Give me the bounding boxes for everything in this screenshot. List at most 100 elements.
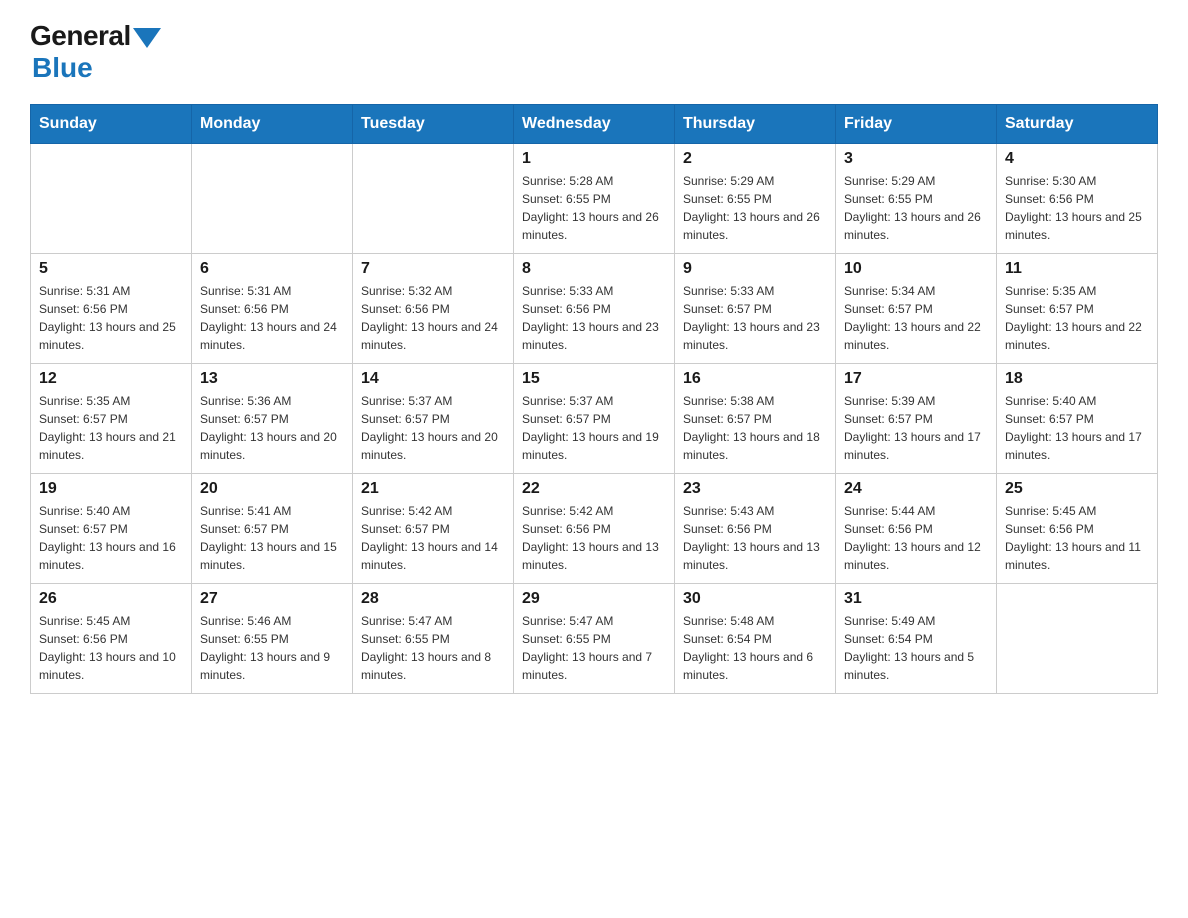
day-info: Sunrise: 5:38 AM Sunset: 6:57 PM Dayligh… (683, 392, 827, 464)
day-number: 16 (683, 370, 827, 388)
calendar-week-row: 19 Sunrise: 5:40 AM Sunset: 6:57 PM Dayli… (31, 474, 1158, 584)
day-info: Sunrise: 5:31 AM Sunset: 6:56 PM Dayligh… (39, 282, 183, 354)
day-info: Sunrise: 5:36 AM Sunset: 6:57 PM Dayligh… (200, 392, 344, 464)
calendar-cell: 27Sunrise: 5:46 AM Sunset: 6:55 PM Dayli… (192, 584, 353, 694)
day-info: Sunrise: 5:47 AM Sunset: 6:55 PM Dayligh… (522, 612, 666, 684)
day-info: Sunrise: 5:43 AM Sunset: 6:56 PM Dayligh… (683, 502, 827, 574)
day-info: Sunrise: 5:46 AM Sunset: 6:55 PM Dayligh… (200, 612, 344, 684)
logo-general-text: General (30, 20, 131, 52)
day-info: Sunrise: 5:41 AM Sunset: 6:57 PM Dayligh… (200, 502, 344, 574)
day-number: 19 (39, 480, 183, 498)
day-number: 23 (683, 480, 827, 498)
day-number: 24 (844, 480, 988, 498)
day-info: Sunrise: 5:33 AM Sunset: 6:56 PM Dayligh… (522, 282, 666, 354)
day-info: Sunrise: 5:34 AM Sunset: 6:57 PM Dayligh… (844, 282, 988, 354)
calendar-table: SundayMondayTuesdayWednesdayThursdayFrid… (30, 104, 1158, 694)
calendar-cell: 24 Sunrise: 5:44 AM Sunset: 6:56 PM Dayli… (836, 474, 997, 584)
calendar-cell: 23 Sunrise: 5:43 AM Sunset: 6:56 PM Dayli… (675, 474, 836, 584)
day-info: Sunrise: 5:40 AM Sunset: 6:57 PM Dayligh… (39, 502, 183, 574)
day-number: 17 (844, 370, 988, 388)
calendar-cell: 7 Sunrise: 5:32 AM Sunset: 6:56 PM Daylig… (353, 254, 514, 364)
day-info: Sunrise: 5:32 AM Sunset: 6:56 PM Dayligh… (361, 282, 505, 354)
calendar-week-row: 5 Sunrise: 5:31 AM Sunset: 6:56 PM Daylig… (31, 254, 1158, 364)
day-number: 9 (683, 260, 827, 278)
calendar-cell: 2 Sunrise: 5:29 AM Sunset: 6:55 PM Daylig… (675, 144, 836, 254)
day-number: 2 (683, 150, 827, 168)
day-info: Sunrise: 5:37 AM Sunset: 6:57 PM Dayligh… (361, 392, 505, 464)
day-info: Sunrise: 5:37 AM Sunset: 6:57 PM Dayligh… (522, 392, 666, 464)
day-number: 1 (522, 150, 666, 168)
day-number: 31 (844, 590, 988, 608)
calendar-cell: 5 Sunrise: 5:31 AM Sunset: 6:56 PM Daylig… (31, 254, 192, 364)
day-info: Sunrise: 5:45 AM Sunset: 6:56 PM Dayligh… (1005, 502, 1149, 574)
calendar-cell: 9 Sunrise: 5:33 AM Sunset: 6:57 PM Daylig… (675, 254, 836, 364)
weekday-header-sunday: Sunday (31, 105, 192, 144)
day-number: 28 (361, 590, 505, 608)
calendar-cell: 25Sunrise: 5:45 AM Sunset: 6:56 PM Dayli… (997, 474, 1158, 584)
day-info: Sunrise: 5:47 AM Sunset: 6:55 PM Dayligh… (361, 612, 505, 684)
calendar-cell: 22 Sunrise: 5:42 AM Sunset: 6:56 PM Dayli… (514, 474, 675, 584)
day-info: Sunrise: 5:48 AM Sunset: 6:54 PM Dayligh… (683, 612, 827, 684)
weekday-header-thursday: Thursday (675, 105, 836, 144)
day-number: 6 (200, 260, 344, 278)
day-info: Sunrise: 5:31 AM Sunset: 6:56 PM Dayligh… (200, 282, 344, 354)
calendar-week-row: 12Sunrise: 5:35 AM Sunset: 6:57 PM Dayli… (31, 364, 1158, 474)
day-number: 14 (361, 370, 505, 388)
calendar-cell: 20 Sunrise: 5:41 AM Sunset: 6:57 PM Dayli… (192, 474, 353, 584)
day-number: 8 (522, 260, 666, 278)
calendar-cell: 11 Sunrise: 5:35 AM Sunset: 6:57 PM Dayli… (997, 254, 1158, 364)
weekday-header-tuesday: Tuesday (353, 105, 514, 144)
calendar-cell: 28 Sunrise: 5:47 AM Sunset: 6:55 PM Dayli… (353, 584, 514, 694)
logo-bottom-text: Blue (32, 52, 161, 84)
weekday-header-wednesday: Wednesday (514, 105, 675, 144)
day-number: 20 (200, 480, 344, 498)
calendar-cell: 29 Sunrise: 5:47 AM Sunset: 6:55 PM Dayli… (514, 584, 675, 694)
calendar-cell: 8 Sunrise: 5:33 AM Sunset: 6:56 PM Daylig… (514, 254, 675, 364)
day-info: Sunrise: 5:28 AM Sunset: 6:55 PM Dayligh… (522, 172, 666, 244)
day-info: Sunrise: 5:42 AM Sunset: 6:56 PM Dayligh… (522, 502, 666, 574)
day-number: 3 (844, 150, 988, 168)
calendar-cell: 12Sunrise: 5:35 AM Sunset: 6:57 PM Dayli… (31, 364, 192, 474)
day-number: 7 (361, 260, 505, 278)
calendar-cell: 1 Sunrise: 5:28 AM Sunset: 6:55 PM Daylig… (514, 144, 675, 254)
day-info: Sunrise: 5:35 AM Sunset: 6:57 PM Dayligh… (1005, 282, 1149, 354)
weekday-header-friday: Friday (836, 105, 997, 144)
calendar-cell (353, 144, 514, 254)
calendar-cell (31, 144, 192, 254)
day-number: 21 (361, 480, 505, 498)
page-header: General Blue (30, 20, 1158, 84)
day-info: Sunrise: 5:35 AM Sunset: 6:57 PM Dayligh… (39, 392, 183, 464)
day-info: Sunrise: 5:45 AM Sunset: 6:56 PM Dayligh… (39, 612, 183, 684)
calendar-cell: 13 Sunrise: 5:36 AM Sunset: 6:57 PM Dayli… (192, 364, 353, 474)
calendar-cell: 17 Sunrise: 5:39 AM Sunset: 6:57 PM Dayli… (836, 364, 997, 474)
day-number: 11 (1005, 260, 1149, 278)
logo-triangle-icon (133, 28, 161, 48)
day-number: 10 (844, 260, 988, 278)
day-number: 18 (1005, 370, 1149, 388)
calendar-cell: 30 Sunrise: 5:48 AM Sunset: 6:54 PM Dayli… (675, 584, 836, 694)
calendar-week-row: 26 Sunrise: 5:45 AM Sunset: 6:56 PM Dayli… (31, 584, 1158, 694)
day-number: 22 (522, 480, 666, 498)
calendar-header-row: SundayMondayTuesdayWednesdayThursdayFrid… (31, 105, 1158, 144)
day-info: Sunrise: 5:30 AM Sunset: 6:56 PM Dayligh… (1005, 172, 1149, 244)
calendar-week-row: 1 Sunrise: 5:28 AM Sunset: 6:55 PM Daylig… (31, 144, 1158, 254)
day-info: Sunrise: 5:33 AM Sunset: 6:57 PM Dayligh… (683, 282, 827, 354)
calendar-cell (997, 584, 1158, 694)
day-info: Sunrise: 5:44 AM Sunset: 6:56 PM Dayligh… (844, 502, 988, 574)
calendar-cell: 19 Sunrise: 5:40 AM Sunset: 6:57 PM Dayli… (31, 474, 192, 584)
day-number: 13 (200, 370, 344, 388)
calendar-cell (192, 144, 353, 254)
weekday-header-saturday: Saturday (997, 105, 1158, 144)
day-number: 29 (522, 590, 666, 608)
calendar-cell: 3Sunrise: 5:29 AM Sunset: 6:55 PM Daylig… (836, 144, 997, 254)
weekday-header-monday: Monday (192, 105, 353, 144)
day-number: 30 (683, 590, 827, 608)
day-number: 26 (39, 590, 183, 608)
day-number: 5 (39, 260, 183, 278)
day-info: Sunrise: 5:40 AM Sunset: 6:57 PM Dayligh… (1005, 392, 1149, 464)
day-info: Sunrise: 5:39 AM Sunset: 6:57 PM Dayligh… (844, 392, 988, 464)
day-info: Sunrise: 5:29 AM Sunset: 6:55 PM Dayligh… (683, 172, 827, 244)
calendar-cell: 6 Sunrise: 5:31 AM Sunset: 6:56 PM Daylig… (192, 254, 353, 364)
calendar-cell: 18 Sunrise: 5:40 AM Sunset: 6:57 PM Dayli… (997, 364, 1158, 474)
calendar-cell: 4Sunrise: 5:30 AM Sunset: 6:56 PM Daylig… (997, 144, 1158, 254)
